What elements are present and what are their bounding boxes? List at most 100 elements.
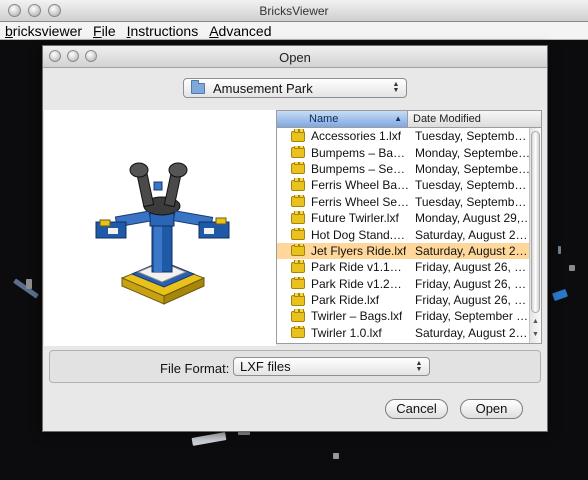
file-name-cell: Ferris Wheel Ba… (277, 178, 408, 192)
lego-brick-icon (291, 293, 305, 306)
file-row[interactable]: Hot Dog Stand.… Saturday, August 2… (277, 226, 531, 242)
file-name: Jet Flyers Ride.lxf (311, 243, 407, 258)
lego-brick-icon (291, 243, 305, 257)
file-name: Ferris Wheel Ba… (311, 178, 408, 193)
file-date: Tuesday, Septemb… (415, 129, 527, 144)
name-column-label: Name (309, 113, 339, 125)
file-name-cell: Park Ride v1.1… (277, 260, 408, 274)
cancel-button[interactable]: Cancel (385, 399, 448, 419)
lego-brick-icon (291, 194, 305, 208)
file-name-cell: Bumpems – Se… (277, 161, 408, 176)
file-name-cell: Jet Flyers Ride.lxf (277, 243, 408, 258)
file-row[interactable]: Accessories 1.lxf Tuesday, Septemb… (277, 128, 531, 144)
file-name: Hot Dog Stand.… (311, 227, 406, 242)
file-name-cell: Park Ride v1.2… (277, 276, 408, 291)
updown-arrows-icon: ▲ ▼ (392, 81, 400, 94)
file-row[interactable]: Ferris Wheel Se… Tuesday, Septemb… (277, 194, 531, 210)
menubar: bricksviewer File Instructions Advanced (0, 22, 588, 40)
file-name-cell: Twirler 1.0.lxf (277, 325, 408, 340)
scattered-brick (558, 246, 561, 254)
file-name-cell: Park Ride.lxf (277, 293, 408, 307)
lego-brick-icon (291, 161, 305, 175)
lego-model-preview-image (95, 162, 230, 305)
file-name-cell: Ferris Wheel Se… (277, 194, 408, 209)
menu-bricksviewer[interactable]: bricksviewer (5, 23, 82, 39)
file-format-label: File Format: (160, 361, 230, 376)
file-name: Bumpems – Ba… (311, 145, 406, 160)
scattered-brick (26, 279, 32, 289)
menu-instructions[interactable]: Instructions (127, 23, 199, 39)
date-modified-column-header[interactable]: Date Modified (408, 111, 541, 127)
lego-brick-icon (291, 309, 305, 322)
file-name: Ferris Wheel Se… (311, 194, 408, 209)
file-row[interactable]: Park Ride.lxf Friday, August 26, … (277, 292, 531, 308)
sort-ascending-icon: ▲ (394, 114, 402, 123)
file-list[interactable]: Name ▲ Date Modified Accessories 1.lxf T… (276, 110, 542, 344)
file-row[interactable]: Future Twirler.lxf Monday, August 29,… (277, 210, 531, 226)
scattered-brick (333, 453, 339, 459)
file-name: Twirler 1.0.lxf (311, 325, 382, 340)
file-name-cell: Twirler – Bags.lxf (277, 309, 408, 323)
dialog-titlebar: Open (43, 46, 547, 68)
file-row[interactable]: Bumpems – Ba… Monday, Septembe… (277, 144, 531, 160)
file-date: Monday, August 29,… (415, 211, 531, 226)
file-date: Saturday, August 2… (415, 227, 528, 242)
file-date: Friday, September … (415, 309, 529, 324)
file-row[interactable]: Ferris Wheel Ba… Tuesday, Septemb… (277, 177, 531, 193)
lego-brick-icon (291, 129, 305, 142)
file-name: Park Ride v1.2… (311, 276, 402, 291)
lego-brick-icon (291, 178, 305, 191)
lego-brick-icon (291, 260, 305, 273)
folder-icon (191, 79, 205, 94)
file-row[interactable]: Bumpems – Se… Monday, Septembe… (277, 161, 531, 177)
list-header: Name ▲ Date Modified (277, 111, 541, 128)
folder-name: Amusement Park (213, 80, 313, 96)
updown-arrows-icon: ▲ ▼ (415, 360, 423, 373)
folder-select[interactable]: Amusement Park ▲ ▼ (183, 78, 407, 98)
app-title: BricksViewer (259, 4, 329, 18)
file-row[interactable]: Twirler – Bags.lxf Friday, September … (277, 308, 531, 324)
scroll-down-icon[interactable]: ▼ (530, 329, 541, 341)
file-row[interactable]: Park Ride v1.1… Friday, August 26, … (277, 259, 531, 275)
menu-file[interactable]: File (93, 23, 116, 39)
file-date: Monday, Septembe… (415, 161, 531, 176)
file-format-select[interactable]: LXF files ▲ ▼ (233, 357, 430, 376)
name-column-header[interactable]: Name ▲ (277, 111, 408, 127)
lego-brick-icon (291, 276, 305, 290)
file-name-cell: Future Twirler.lxf (277, 211, 408, 225)
file-name: Future Twirler.lxf (311, 211, 399, 226)
file-row-selected[interactable]: Jet Flyers Ride.lxf Saturday, August 2… (277, 242, 531, 260)
open-button[interactable]: Open (460, 399, 523, 419)
scattered-brick (191, 432, 227, 446)
menu-advanced[interactable]: Advanced (209, 23, 271, 39)
dialog-title: Open (279, 50, 311, 65)
lego-brick-icon (291, 227, 305, 241)
file-date: Friday, August 26, … (415, 260, 527, 275)
file-list-scrollbar[interactable]: ▲ ▼ (529, 128, 541, 343)
file-name: Park Ride.lxf (311, 293, 380, 308)
file-date: Saturday, August 2… (415, 243, 528, 258)
app-titlebar: BricksViewer (0, 0, 588, 22)
file-row[interactable]: Park Ride v1.2… Friday, August 26, … (277, 276, 531, 292)
file-name-cell: Bumpems – Ba… (277, 145, 408, 160)
scroll-up-icon[interactable]: ▲ (530, 316, 541, 328)
file-name: Bumpems – Se… (311, 161, 406, 176)
file-row[interactable]: Twirler 1.0.lxf Saturday, August 2… (277, 325, 531, 341)
file-name-cell: Accessories 1.lxf (277, 129, 408, 143)
file-date: Friday, August 26, … (415, 276, 527, 291)
file-name: Twirler – Bags.lxf (311, 309, 403, 324)
file-date: Friday, August 26, … (415, 293, 527, 308)
lego-brick-icon (291, 145, 305, 159)
file-name: Accessories 1.lxf (311, 129, 402, 144)
file-format-panel: File Format: LXF files ▲ ▼ (49, 350, 541, 383)
lego-brick-icon (291, 211, 305, 224)
file-date: Saturday, August 2… (415, 325, 528, 340)
file-date: Tuesday, Septemb… (415, 194, 527, 209)
file-format-value: LXF files (240, 359, 291, 374)
file-date: Tuesday, Septemb… (415, 178, 527, 193)
scattered-brick (552, 288, 568, 302)
file-name: Park Ride v1.1… (311, 260, 402, 275)
scattered-brick (569, 265, 575, 271)
file-date: Monday, Septembe… (415, 145, 531, 160)
scrollbar-thumb[interactable] (531, 131, 540, 313)
